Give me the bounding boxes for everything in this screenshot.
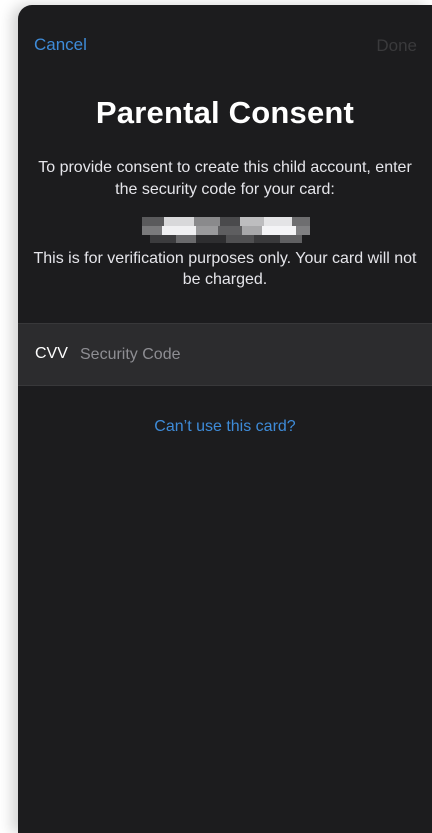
verification-note: This is for verification purposes only. …: [33, 250, 417, 288]
cancel-button[interactable]: Cancel: [34, 35, 87, 55]
screen-frame: Cancel Done Parental Consent To provide …: [0, 0, 432, 833]
masked-card-number: [142, 217, 310, 243]
cant-use-card-link[interactable]: Can’t use this card?: [18, 418, 432, 436]
navigation-bar: Cancel Done: [18, 5, 432, 85]
security-code-input[interactable]: [80, 338, 400, 372]
consent-instructions: To provide consent to create this child …: [38, 159, 412, 198]
done-button[interactable]: Done: [376, 36, 417, 56]
cvv-row: CVV: [18, 323, 432, 386]
consent-sheet: Cancel Done Parental Consent To provide …: [18, 5, 432, 833]
page-title: Parental Consent: [95, 95, 355, 130]
cvv-label: CVV: [35, 345, 68, 362]
